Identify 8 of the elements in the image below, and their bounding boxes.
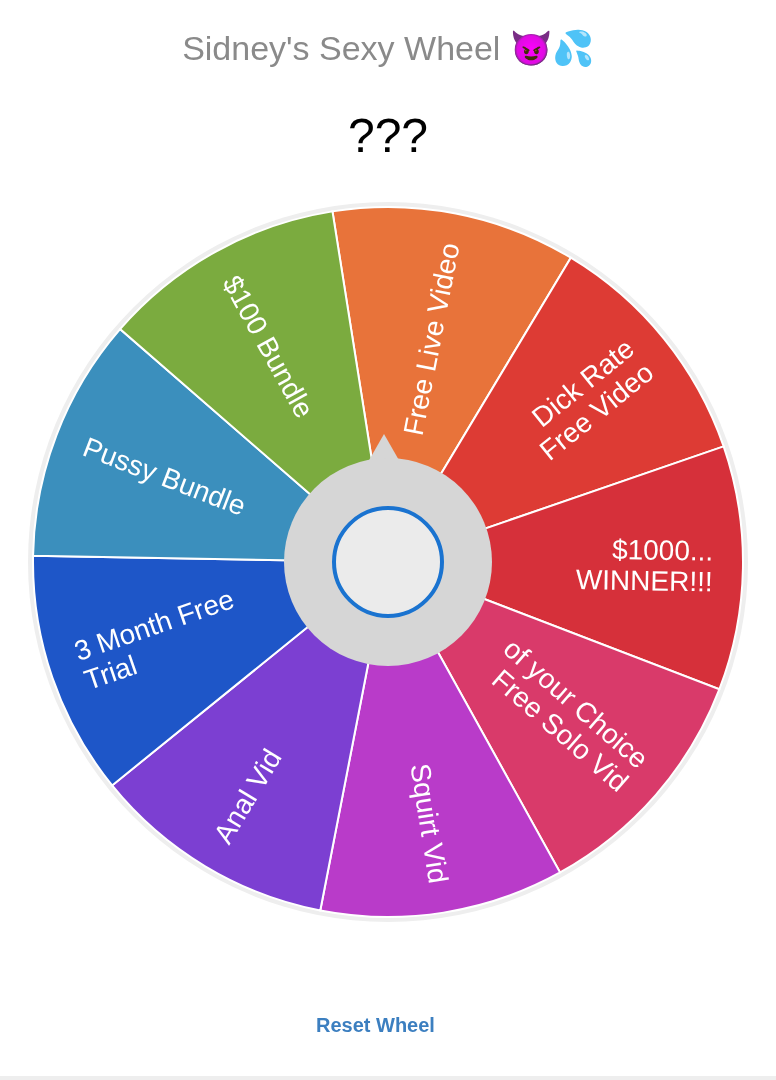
result-text: ???: [347, 110, 429, 162]
segment-label: 3 Month Free Trial: [70, 583, 238, 696]
segment-label: Squirt Vid: [404, 761, 454, 886]
segment-label: $1000... WINNER!!!: [575, 533, 714, 598]
segment-label: Free Live Video: [397, 240, 466, 438]
wheel-title: Sidney's Sexy Wheel 😈💦: [182, 28, 594, 68]
spin-button[interactable]: [332, 506, 444, 618]
reset-wheel-link[interactable]: Reset Wheel: [316, 1010, 435, 1040]
